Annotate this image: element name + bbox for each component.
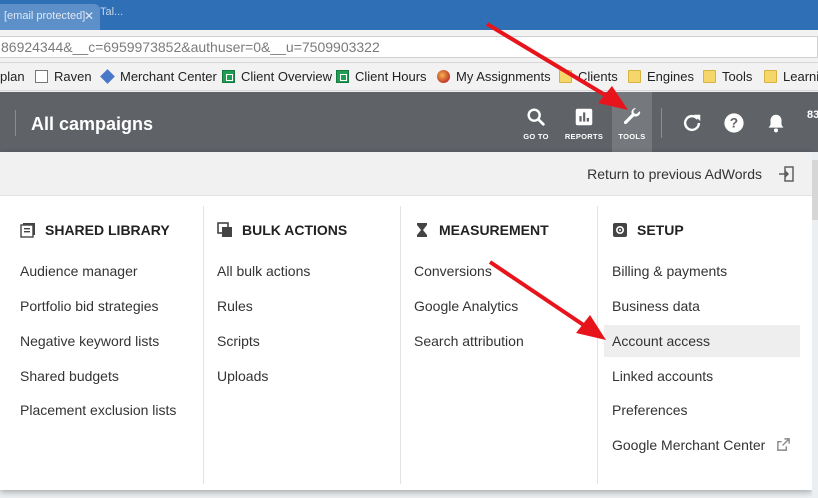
menu-item-uploads[interactable]: Uploads: [217, 360, 268, 392]
tools-menu-panel: Return to previous AdWords SHARED LIBRAR…: [0, 152, 812, 490]
menu-item-business-data[interactable]: Business data: [612, 290, 700, 322]
header-divider: [661, 108, 662, 138]
bookmark-item[interactable]: Client Hours: [336, 69, 427, 84]
bookmark-label: Raven: [54, 69, 92, 84]
menu-item-google-merchant-center[interactable]: Google Merchant Center: [612, 429, 765, 461]
reports-label: REPORTS: [564, 132, 604, 141]
screenshot-root: [email protected] ✕ Tal... 86924344&__c=…: [0, 0, 818, 498]
tools-label: TOOLS: [618, 132, 646, 141]
bookmark-item[interactable]: Tools: [703, 69, 752, 84]
browser-tab-2[interactable]: Tal...: [100, 6, 123, 18]
bookmark-item[interactable]: Merchant Center: [100, 69, 217, 84]
tools-button[interactable]: TOOLS: [612, 92, 652, 152]
column-title: BULK ACTIONS: [242, 222, 348, 238]
bookmark-item[interactable]: plan: [0, 69, 25, 84]
wrench-icon: [623, 107, 641, 125]
bookmark-label: Client Hours: [355, 69, 427, 84]
column-heading: MEASUREMENT: [414, 222, 549, 238]
reports-button[interactable]: REPORTS: [562, 92, 606, 152]
menu-item-google-analytics[interactable]: Google Analytics: [414, 290, 518, 322]
sheet-icon: [222, 70, 235, 83]
sheet-icon: [336, 70, 349, 83]
goto-button[interactable]: GO TO: [518, 92, 554, 152]
menu-item-negative-keyword-lists[interactable]: Negative keyword lists: [20, 325, 159, 357]
column-title: MEASUREMENT: [439, 222, 549, 238]
external-link-icon: [777, 438, 790, 451]
close-icon[interactable]: ✕: [84, 9, 94, 23]
bookmark-label: Learni: [783, 69, 818, 84]
bookmark-label: My Assignments: [456, 69, 551, 84]
column-heading: BULK ACTIONS: [217, 222, 347, 238]
menu-item-preferences[interactable]: Preferences: [612, 394, 687, 426]
bookmark-item[interactable]: Clients: [559, 69, 618, 84]
measurement-column: MEASUREMENT Conversions Google Analytics…: [414, 206, 594, 484]
refresh-icon[interactable]: [681, 112, 703, 134]
bookmark-item[interactable]: My Assignments: [437, 69, 551, 84]
column-divider: [597, 206, 598, 484]
bookmark-label: Merchant Center: [120, 69, 217, 84]
bulk-actions-column: BULK ACTIONS All bulk actions Rules Scri…: [217, 206, 397, 484]
panel-top-strip: Return to previous AdWords: [0, 152, 812, 196]
tab-title: [email protected]: [4, 10, 86, 22]
bookmark-label: Clients: [578, 69, 618, 84]
folder-icon: [703, 70, 716, 83]
bell-icon[interactable]: [765, 112, 787, 134]
bookmark-label: Client Overview: [241, 69, 333, 84]
column-heading: SETUP: [612, 222, 684, 238]
column-title: SETUP: [637, 222, 684, 238]
folder-icon: [764, 70, 777, 83]
menu-item-all-bulk-actions[interactable]: All bulk actions: [217, 255, 310, 287]
merchant-icon: [100, 69, 115, 84]
menu-item-scripts[interactable]: Scripts: [217, 325, 260, 357]
menu-item-conversions[interactable]: Conversions: [414, 255, 492, 287]
svg-text:?: ?: [730, 116, 738, 131]
column-divider: [400, 206, 401, 484]
column-divider: [203, 206, 204, 484]
library-icon: [20, 223, 35, 238]
menu-item-linked-accounts[interactable]: Linked accounts: [612, 360, 713, 392]
exit-icon[interactable]: [778, 166, 794, 182]
menu-item-rules[interactable]: Rules: [217, 290, 253, 322]
page-icon: [35, 70, 48, 83]
bookmark-label: plan: [0, 69, 25, 84]
header-divider: [15, 110, 16, 136]
help-icon[interactable]: ?: [723, 112, 745, 134]
bookmark-item[interactable]: Engines: [628, 69, 694, 84]
column-heading: SHARED LIBRARY: [20, 222, 170, 238]
page-title: All campaigns: [31, 114, 154, 134]
bookmark-item[interactable]: Raven: [35, 69, 92, 84]
goto-label: GO TO: [523, 132, 549, 141]
gear-icon: [613, 223, 627, 237]
bookmark-label: Engines: [647, 69, 694, 84]
bar-chart-icon: [575, 108, 593, 126]
menu-item-portfolio-bid-strategies[interactable]: Portfolio bid strategies: [20, 290, 159, 322]
account-id[interactable]: 83: [807, 109, 818, 121]
browser-tab[interactable]: [email protected] ✕: [0, 4, 100, 30]
hourglass-icon: [417, 223, 427, 237]
bookmark-item[interactable]: Client Overview: [222, 69, 332, 84]
bookmarks-bar: plan Raven Merchant Center Client Overvi…: [0, 63, 818, 91]
menu-item-shared-budgets[interactable]: Shared budgets: [20, 360, 119, 392]
app-header: All campaigns GO TO REPORTS TOOLS ? 83: [0, 92, 818, 152]
menu-item-audience-manager[interactable]: Audience manager: [20, 255, 138, 287]
menu-item-account-access[interactable]: Account access: [604, 325, 800, 357]
folder-icon: [628, 70, 641, 83]
shared-library-column: SHARED LIBRARY Audience manager Portfoli…: [20, 206, 200, 484]
menu-item-search-attribution[interactable]: Search attribution: [414, 325, 524, 357]
address-bar: 86924344&__c=6959973852&authuser=0&__u=7…: [0, 30, 818, 63]
return-adwords-link[interactable]: Return to previous AdWords: [587, 166, 762, 182]
search-icon: [527, 108, 545, 126]
column-title: SHARED LIBRARY: [45, 222, 170, 238]
ball-icon: [437, 70, 450, 83]
scrollbar[interactable]: [812, 160, 818, 220]
browser-tab-strip: [email protected] ✕ Tal...: [0, 0, 818, 30]
setup-column: SETUP Billing & payments Business data A…: [604, 206, 804, 484]
url-input[interactable]: 86924344&__c=6959973852&authuser=0&__u=7…: [0, 36, 818, 58]
folder-icon: [559, 70, 572, 83]
menu-item-billing-payments[interactable]: Billing & payments: [612, 255, 727, 287]
bookmark-label: Tools: [722, 69, 753, 84]
copy-icon: [217, 222, 232, 237]
menu-item-placement-exclusion-lists[interactable]: Placement exclusion lists: [20, 394, 176, 426]
bookmark-item[interactable]: Learni: [764, 69, 818, 84]
